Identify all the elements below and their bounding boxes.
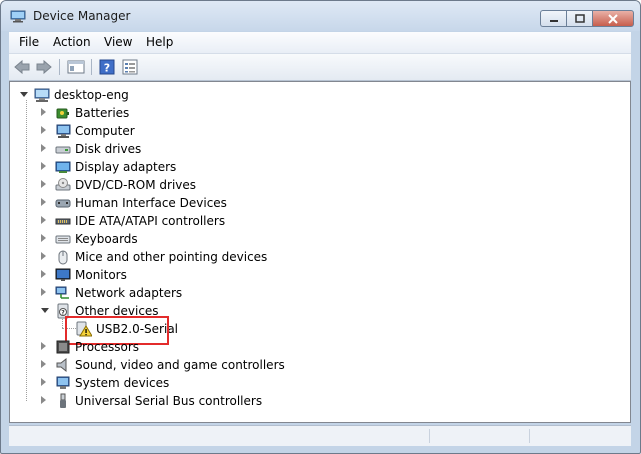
expand-arrow-icon[interactable] — [20, 92, 28, 97]
tree-item-label: Network adapters — [75, 286, 183, 300]
expand-arrow-icon[interactable] — [41, 378, 46, 386]
processor-icon — [56, 340, 70, 354]
status-divider — [529, 429, 530, 443]
ide-controller-icon — [55, 218, 71, 225]
svg-text:?: ? — [104, 62, 110, 75]
expand-arrow-icon[interactable] — [41, 288, 46, 296]
system-devices-icon — [56, 376, 70, 389]
tree-item-human-interface-devices[interactable]: Human Interface Devices — [41, 194, 341, 212]
expand-arrow-icon[interactable] — [41, 198, 46, 206]
expand-arrow-icon[interactable] — [41, 308, 49, 313]
help-icon[interactable]: ? — [99, 59, 115, 75]
tree-connector — [26, 100, 27, 401]
expand-arrow-icon[interactable] — [41, 234, 46, 242]
tree-item-label: Human Interface Devices — [75, 196, 227, 210]
mouse-icon — [58, 250, 68, 265]
tree-item-label: Monitors — [75, 268, 127, 282]
close-icon — [608, 13, 618, 24]
maximize-icon — [574, 14, 585, 23]
tree-item-label: Processors — [75, 340, 140, 354]
tree-root-desktop-eng[interactable]: desktop-eng — [20, 86, 320, 104]
expand-arrow-icon[interactable] — [41, 252, 46, 260]
tree-item-system-devices[interactable]: System devices — [41, 374, 341, 392]
tree-item-keyboards[interactable]: Keyboards — [41, 230, 341, 248]
expand-arrow-icon[interactable] — [41, 144, 46, 152]
tree-item-label: IDE ATA/ATAPI controllers — [75, 214, 226, 228]
properties-icon[interactable] — [121, 59, 139, 75]
toolbar-separator — [91, 59, 92, 75]
device-tree[interactable]: desktop-eng Batteries Computer Disk driv… — [9, 81, 631, 423]
hid-icon — [55, 199, 71, 208]
toolbar: ? — [9, 54, 631, 81]
usb-icon — [60, 393, 66, 408]
device-manager-icon — [10, 10, 26, 23]
menu-help[interactable]: Help — [146, 35, 173, 49]
tree-item-label: Keyboards — [75, 232, 138, 246]
monitor-icon — [55, 268, 71, 281]
keyboard-icon — [55, 235, 71, 244]
device-manager-window: Device Manager File Action View Help ? d… — [0, 0, 641, 454]
battery-icon — [56, 108, 69, 119]
tree-item-label: Disk drives — [75, 142, 142, 156]
expand-arrow-icon[interactable] — [41, 360, 46, 368]
tree-item-disk-drives[interactable]: Disk drives — [41, 140, 341, 158]
expand-arrow-icon[interactable] — [41, 396, 46, 404]
tree-item-label: Computer — [75, 124, 135, 138]
tree-item-display-adapters[interactable]: Display adapters — [41, 158, 341, 176]
window-title: Device Manager — [33, 9, 131, 23]
back-arrow-icon[interactable] — [13, 59, 31, 75]
dvd-drive-icon — [55, 178, 71, 191]
display-adapter-icon — [55, 161, 71, 173]
menu-action[interactable]: Action — [53, 35, 91, 49]
expand-arrow-icon[interactable] — [41, 216, 46, 224]
expand-arrow-icon[interactable] — [41, 180, 46, 188]
tree-item-processors[interactable]: Processors — [41, 338, 341, 356]
tree-item-label: Mice and other pointing devices — [75, 250, 268, 264]
status-divider — [429, 429, 430, 443]
tree-item-label: Batteries — [75, 106, 130, 120]
expand-arrow-icon[interactable] — [41, 126, 46, 134]
tree-item-ide-ata-atapi-controllers[interactable]: IDE ATA/ATAPI controllers — [41, 212, 341, 230]
tree-item-label: Universal Serial Bus controllers — [75, 394, 263, 408]
expand-arrow-icon[interactable] — [41, 108, 46, 116]
title-bar[interactable]: Device Manager — [1, 1, 640, 31]
minimize-icon — [549, 19, 558, 22]
tree-item-label: DVD/CD-ROM drives — [75, 178, 197, 192]
forward-arrow-icon[interactable] — [35, 59, 53, 75]
disk-drive-icon — [55, 146, 71, 154]
tree-item-computer[interactable]: Computer — [41, 122, 341, 140]
expand-arrow-icon[interactable] — [41, 270, 46, 278]
tree-item-monitors[interactable]: Monitors — [41, 266, 341, 284]
minimize-button[interactable] — [540, 10, 566, 27]
expand-arrow-icon[interactable] — [41, 342, 46, 350]
status-bar — [9, 425, 631, 446]
tree-item-label: System devices — [75, 376, 170, 390]
computer-icon — [56, 124, 71, 138]
close-button[interactable] — [592, 10, 634, 27]
tree-item-batteries[interactable]: Batteries — [41, 104, 341, 122]
tree-item-dvd-cd-rom-drives[interactable]: DVD/CD-ROM drives — [41, 176, 341, 194]
tree-item-network-adapters[interactable]: Network adapters — [41, 284, 341, 302]
toolbar-separator — [59, 59, 60, 75]
computer-icon — [34, 88, 50, 102]
tree-item-sound-video-and-game-controllers[interactable]: Sound, video and game controllers — [41, 356, 341, 374]
speaker-icon — [56, 357, 67, 373]
menu-view[interactable]: View — [104, 35, 132, 49]
expand-arrow-icon[interactable] — [41, 162, 46, 170]
tree-item-mice-and-other-pointing-devices[interactable]: Mice and other pointing devices — [41, 248, 341, 266]
show-hide-console-tree-icon[interactable] — [67, 59, 85, 75]
menu-file[interactable]: File — [19, 35, 39, 49]
maximize-button[interactable] — [566, 10, 592, 27]
tree-item-label: Display adapters — [75, 160, 177, 174]
network-adapter-icon — [55, 286, 69, 299]
tree-root-label: desktop-eng — [54, 88, 129, 102]
tree-item-universal-serial-bus-controllers[interactable]: Universal Serial Bus controllers — [41, 392, 341, 410]
tree-item-label: Sound, video and game controllers — [75, 358, 285, 372]
menu-bar: File Action View Help — [9, 32, 631, 54]
